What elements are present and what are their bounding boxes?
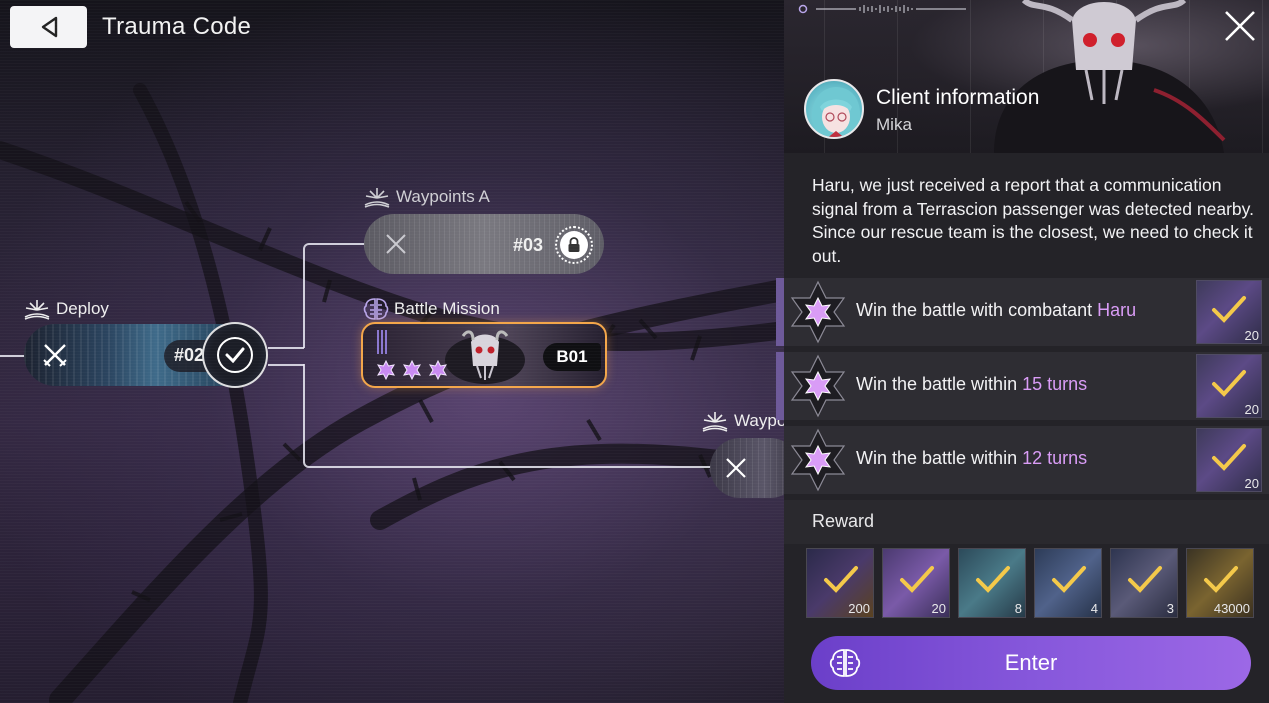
reward-count: 20 xyxy=(1244,476,1259,491)
waypoints-a-label: Waypoints A xyxy=(362,185,490,209)
reward-count: 200 xyxy=(848,601,870,616)
book-sunrise-icon xyxy=(702,412,728,432)
star-icon xyxy=(429,360,447,380)
enter-button[interactable]: Enter xyxy=(811,636,1251,690)
waypoints-b-node[interactable] xyxy=(710,438,784,498)
reward-item[interactable]: 3 xyxy=(1110,548,1178,618)
reward-count: 8 xyxy=(1014,601,1022,616)
crossed-swords-icon xyxy=(726,458,746,478)
locked-badge xyxy=(555,226,593,264)
reward-count: 4 xyxy=(1090,601,1098,616)
book-sunrise-icon xyxy=(364,188,390,208)
deploy-label-text: Deploy xyxy=(56,299,109,318)
reward-item[interactable]: 200 xyxy=(806,548,874,618)
boss-artwork xyxy=(994,0,1226,153)
objective-star-icon xyxy=(790,280,846,344)
brain-icon xyxy=(829,649,861,677)
book-sunrise-icon xyxy=(24,300,50,320)
page-title: Trauma Code xyxy=(102,13,252,40)
gauge-bars xyxy=(377,330,387,354)
checkmark-icon xyxy=(1212,370,1246,397)
reward-count: 43000 xyxy=(1213,601,1250,616)
completed-badge xyxy=(202,322,268,388)
checkmark-icon xyxy=(1052,566,1086,593)
checkmark-icon xyxy=(1128,566,1162,593)
reward-item[interactable]: 4 xyxy=(1034,548,1102,618)
checkmark-icon xyxy=(1204,566,1238,593)
reward-count: 20 xyxy=(1244,328,1259,343)
deploy-number: #02 xyxy=(174,345,205,365)
objective-row: Win the battle within 15 turns 20 xyxy=(776,352,1269,420)
reward-item[interactable]: 43000 xyxy=(1186,548,1254,618)
row-accent xyxy=(776,278,784,346)
lock-icon xyxy=(568,237,580,252)
reward-item[interactable]: 8 xyxy=(958,548,1026,618)
reward-list: 200 20 8 4 3 43000 xyxy=(806,548,1269,620)
reward-count: 20 xyxy=(1244,402,1259,417)
path-segment xyxy=(268,364,304,366)
objective-highlight: 12 turns xyxy=(1022,448,1088,468)
crossed-swords-icon xyxy=(386,234,406,254)
close-icon[interactable] xyxy=(1222,8,1258,44)
row-accent xyxy=(776,352,784,420)
reward-item[interactable]: 20 xyxy=(882,548,950,618)
star-icon xyxy=(403,360,421,380)
path-segment xyxy=(303,243,365,348)
objective-reward[interactable]: 20 xyxy=(1196,428,1262,492)
checkmark-icon xyxy=(225,347,245,363)
objective-row: Win the battle within 12 turns 20 xyxy=(784,426,1269,494)
client-message: Haru, we just received a report that a c… xyxy=(812,175,1254,266)
objective-text: Win the battle within 12 turns xyxy=(856,448,1087,469)
back-arrow-icon xyxy=(41,16,57,38)
checkmark-icon xyxy=(1212,296,1246,323)
objective-row: Win the battle with combatant Haru 20 xyxy=(776,278,1269,346)
deploy-label: Deploy xyxy=(22,297,109,321)
checkmark-icon xyxy=(824,566,858,593)
waypoints-b-label: Waypo xyxy=(700,409,784,433)
objective-prefix: Win the battle within xyxy=(856,448,1023,468)
checkmark-icon xyxy=(900,566,934,593)
objective-highlight: Haru xyxy=(1097,300,1137,320)
checkmark-icon xyxy=(1212,444,1246,471)
star-rating xyxy=(376,360,448,380)
back-button[interactable] xyxy=(10,6,87,48)
waypoints-a-label-text: Waypoints A xyxy=(396,187,490,206)
mission-detail-panel: Client information Mika Haru, we just re… xyxy=(776,0,1269,703)
objective-reward[interactable]: 20 xyxy=(1196,280,1262,344)
reward-title: Reward xyxy=(812,511,875,531)
audio-waveform-icon xyxy=(798,4,966,14)
objective-text: Win the battle within 15 turns xyxy=(856,374,1087,395)
path-segment xyxy=(268,347,304,349)
path-segment xyxy=(0,355,26,357)
objective-star-icon xyxy=(790,428,846,492)
objective-reward[interactable]: 20 xyxy=(1196,354,1262,418)
objective-prefix: Win the battle within xyxy=(856,374,1023,394)
reward-count: 20 xyxy=(931,601,946,616)
waypoints-a-number: #03 xyxy=(513,235,544,255)
mission-code-badge: B01 xyxy=(543,343,601,371)
battle-mission-label-text: Battle Mission xyxy=(394,299,500,318)
reward-count: 3 xyxy=(1166,601,1174,616)
objective-star-icon xyxy=(790,354,846,418)
star-icon xyxy=(377,360,395,380)
checkmark-icon xyxy=(976,566,1010,593)
client-avatar xyxy=(804,79,864,139)
battle-mission-label: Battle Mission xyxy=(362,296,500,322)
client-header: Client information Mika xyxy=(784,0,1269,153)
crossed-swords-icon xyxy=(43,344,67,367)
objective-highlight: 15 turns xyxy=(1022,374,1088,394)
client-name: Mika xyxy=(876,115,912,134)
enter-button-label: Enter xyxy=(1004,650,1058,675)
objective-text: Win the battle with combatant Haru xyxy=(856,300,1136,321)
client-info-title: Client information xyxy=(876,86,1040,109)
objective-prefix: Win the battle with combatant xyxy=(856,300,1098,320)
brain-icon xyxy=(363,298,389,320)
mission-map: Trauma Code Deploy #02 Waypoints A #03 B… xyxy=(0,0,784,703)
